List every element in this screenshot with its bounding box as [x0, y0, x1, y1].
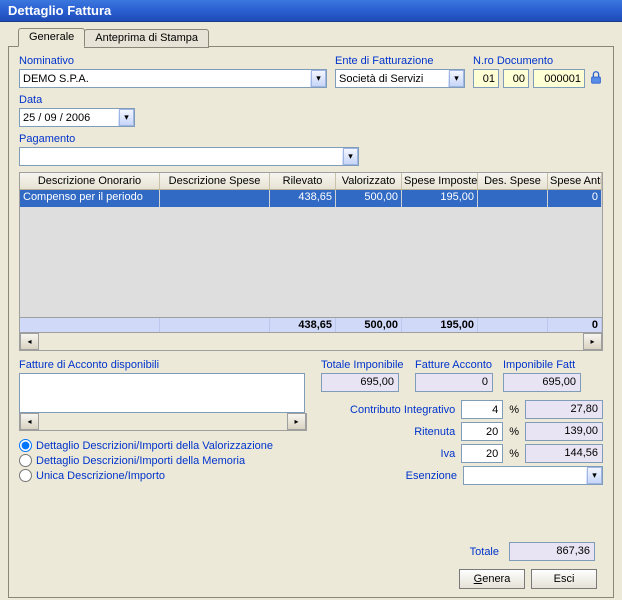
contributo-pct[interactable] — [461, 400, 503, 419]
label-ritenuta: Ritenuta — [414, 426, 455, 438]
label-fatture-acconto: Fatture di Acconto disponibili — [19, 359, 311, 371]
radio-valorizzazione[interactable]: Dettaglio Descrizioni/Importi della Valo… — [19, 439, 311, 452]
cell: 500,00 — [336, 190, 402, 207]
total-spese-ant: 0 — [548, 318, 602, 332]
ritenuta-pct[interactable] — [461, 422, 503, 441]
scroll-left-icon[interactable]: ◂ — [20, 333, 39, 350]
scroll-right-icon[interactable]: ▸ — [287, 413, 306, 430]
data-field[interactable] — [19, 108, 135, 127]
fatture-acconto-val: 0 — [415, 373, 493, 392]
genera-button[interactable]: Genera — [459, 569, 525, 589]
cell: Compenso per il periodo — [20, 190, 160, 207]
label-imponibile-fatt: Imponibile Fatt — [503, 359, 581, 371]
radio-memoria[interactable]: Dettaglio Descrizioni/Importi della Memo… — [19, 454, 311, 467]
col-rilevato[interactable]: Rilevato — [270, 173, 336, 189]
label-iva: Iva — [441, 448, 456, 460]
doc-num-b[interactable] — [503, 69, 529, 88]
pagamento-combo[interactable] — [19, 147, 359, 166]
col-des-spese[interactable]: Des. Spese — [478, 173, 548, 189]
label-fatt-acconto: Fatture Acconto — [415, 359, 495, 371]
iva-val: 144,56 — [525, 444, 603, 463]
imponibile-fatt: 695,00 — [503, 373, 581, 392]
nominativo-combo[interactable] — [19, 69, 327, 88]
grid-row[interactable]: Compenso per il periodo 438,65 500,00 19… — [20, 190, 602, 207]
tab-anteprima[interactable]: Anteprima di Stampa — [84, 29, 209, 48]
window-title: Dettaglio Fattura — [0, 0, 622, 22]
doc-num-a[interactable] — [473, 69, 499, 88]
grid-empty — [20, 207, 602, 317]
tab-bar: Generale Anteprima di Stampa — [0, 22, 622, 47]
tab-generale[interactable]: Generale — [18, 28, 85, 47]
grid-totals: 438,65 500,00 195,00 0 — [20, 317, 602, 332]
total-spese-imp: 195,00 — [402, 318, 478, 332]
label-totale: Totale — [470, 546, 499, 558]
cell — [160, 190, 270, 207]
lock-icon[interactable] — [589, 70, 603, 87]
ente-combo[interactable] — [335, 69, 465, 88]
label-ente: Ente di Fatturazione — [335, 55, 465, 67]
main-panel: Nominativo ▾ Ente di Fatturazione ▾ N.ro… — [8, 46, 614, 598]
label-tot-imponibile: Totale Imponibile — [321, 359, 407, 371]
esenzione-combo[interactable] — [463, 466, 603, 485]
grid-hscroll[interactable]: ◂ ▸ — [20, 332, 602, 350]
contributo-val: 27,80 — [525, 400, 603, 419]
cell: 0 — [548, 190, 602, 207]
col-spese-imposte[interactable]: Spese Imposte — [402, 173, 478, 189]
col-descr-onorario[interactable]: Descrizione Onorario — [20, 173, 160, 189]
cell: 438,65 — [270, 190, 336, 207]
doc-num-c[interactable] — [533, 69, 585, 88]
label-contributo: Contributo Integrativo — [350, 404, 455, 416]
esci-button[interactable]: Esci — [531, 569, 597, 589]
grid-header: Descrizione Onorario Descrizione Spese R… — [20, 173, 602, 190]
radio-unica[interactable]: Unica Descrizione/Importo — [19, 469, 311, 482]
acconto-list[interactable] — [19, 373, 305, 413]
total-valorizzato: 500,00 — [336, 318, 402, 332]
col-spese-anticipate[interactable]: Spese Anticipate — [548, 173, 602, 189]
cell — [478, 190, 548, 207]
label-esenzione: Esenzione — [406, 470, 457, 482]
detail-grid[interactable]: Descrizione Onorario Descrizione Spese R… — [19, 172, 603, 351]
scroll-left-icon[interactable]: ◂ — [20, 413, 39, 430]
label-data: Data — [19, 94, 135, 106]
acconto-hscroll[interactable]: ◂ ▸ — [19, 413, 307, 431]
totale-val: 867,36 — [509, 542, 595, 561]
scroll-right-icon[interactable]: ▸ — [583, 333, 602, 350]
total-rilevato: 438,65 — [270, 318, 336, 332]
label-nominativo: Nominativo — [19, 55, 327, 67]
col-valorizzato[interactable]: Valorizzato — [336, 173, 402, 189]
ritenuta-val: 139,00 — [525, 422, 603, 441]
totale-imponibile: 695,00 — [321, 373, 399, 392]
col-descr-spese[interactable]: Descrizione Spese — [160, 173, 270, 189]
cell: 195,00 — [402, 190, 478, 207]
label-pagamento: Pagamento — [19, 133, 359, 145]
iva-pct[interactable] — [461, 444, 503, 463]
label-ndoc: N.ro Documento — [473, 55, 603, 67]
